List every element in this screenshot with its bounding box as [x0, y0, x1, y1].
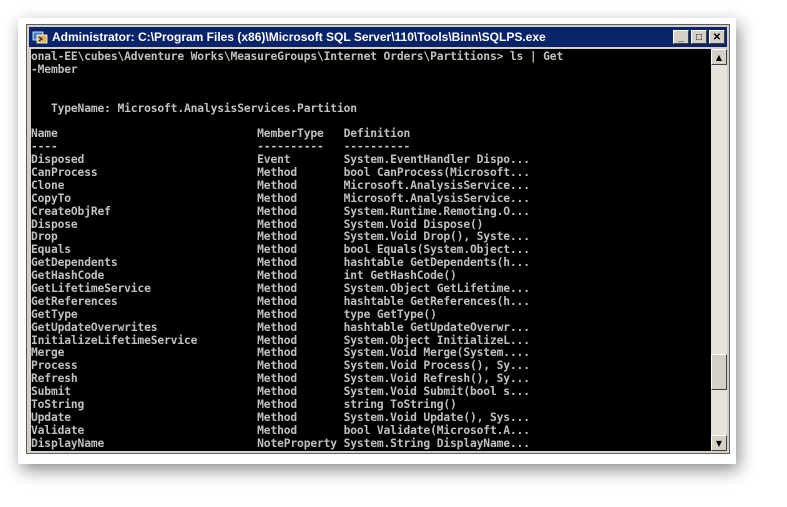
scroll-down-button[interactable]: ▼ [711, 435, 727, 451]
title-bar[interactable]: Administrator: C:\Program Files (x86)\Mi… [29, 27, 727, 47]
console-text: onal-EE\cubes\Adventure Works\MeasureGro… [31, 49, 711, 451]
console-line: GetUpdateOverwrites Method hashtable Get… [31, 320, 530, 334]
console-line: CreateObjRef Method System.Runtime.Remot… [31, 204, 530, 218]
maximize-button[interactable]: □ [691, 30, 707, 44]
console-line: CopyTo Method Microsoft.AnalysisService.… [31, 191, 530, 205]
minimize-button[interactable]: _ [673, 30, 689, 44]
console-window: Administrator: C:\Program Files (x86)\Mi… [26, 24, 730, 454]
powershell-icon [32, 29, 48, 45]
console-line: GetLifetimeService Method System.Object … [31, 282, 530, 296]
console-line: -Member [31, 62, 78, 76]
console-output[interactable]: onal-EE\cubes\Adventure Works\MeasureGro… [31, 49, 711, 451]
console-line: DisplayName NoteProperty System.String D… [31, 436, 530, 450]
close-button[interactable]: ✕ [709, 30, 725, 44]
console-line: CanProcess Method bool CanProcess(Micros… [31, 166, 530, 180]
console-line: GetType Method type GetType() [31, 307, 437, 321]
scroll-up-button[interactable]: ▲ [711, 49, 727, 65]
console-line: GetReferences Method hashtable GetRefere… [31, 294, 530, 308]
window-title: Administrator: C:\Program Files (x86)\Mi… [52, 30, 546, 44]
console-line: Clone Method Microsoft.AnalysisService..… [31, 178, 530, 192]
console-line: onal-EE\cubes\Adventure Works\MeasureGro… [31, 50, 564, 63]
console-line: TypeName: Microsoft.AnalysisServices.Par… [31, 101, 357, 115]
scroll-thumb[interactable] [711, 354, 727, 390]
vertical-scrollbar[interactable]: ▲ ▼ [711, 49, 727, 451]
console-line: Validate Method bool Validate(Microsoft.… [31, 423, 530, 437]
console-line: Update Method System.Void Update(), Sys.… [31, 410, 530, 424]
console-line: ToString Method string ToString() [31, 398, 457, 412]
